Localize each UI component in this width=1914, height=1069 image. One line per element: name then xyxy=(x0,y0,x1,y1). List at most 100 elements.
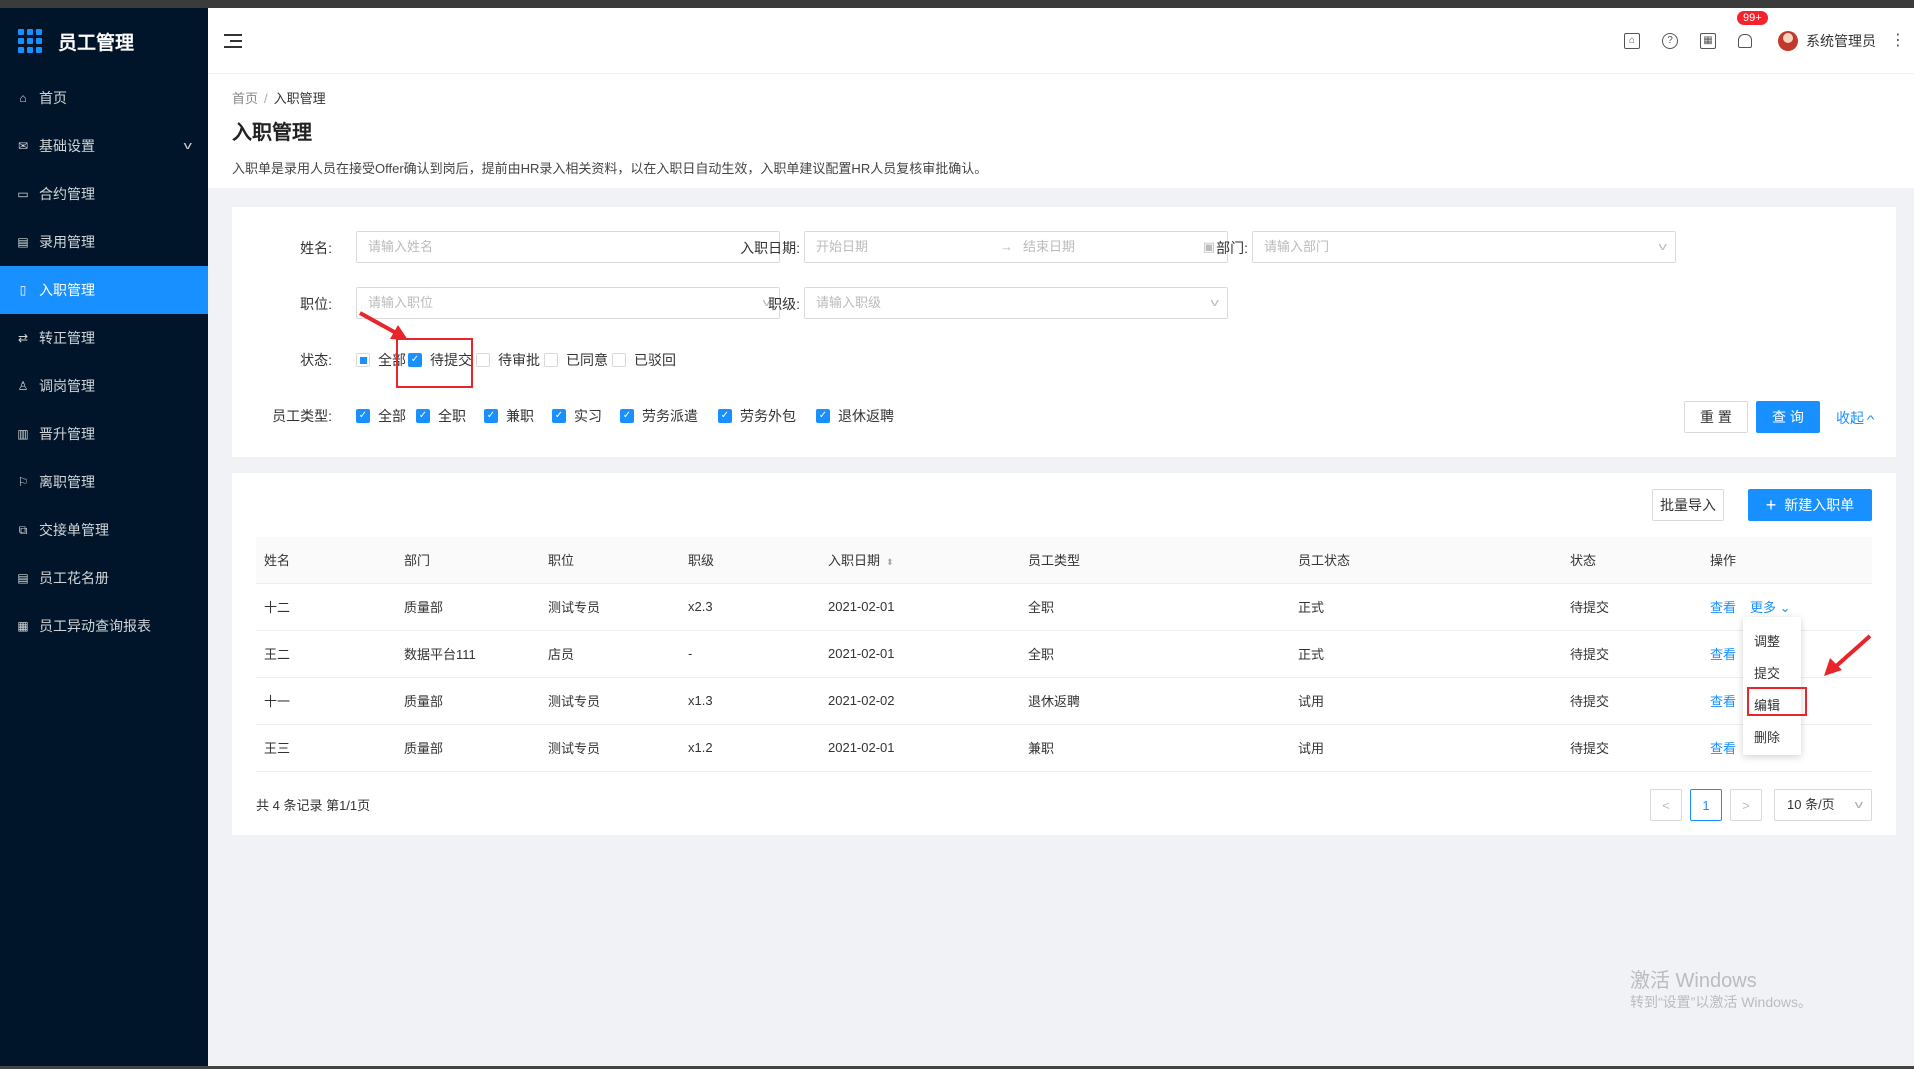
column-header: 姓名 xyxy=(256,537,396,584)
emptype-label: 员工类型: xyxy=(272,408,332,424)
sidebar-item-label: 交接单管理 xyxy=(39,522,109,538)
sidebar-item[interactable]: ⧉ 交接单管理 xyxy=(0,506,208,554)
checkbox-option[interactable]: ✓ 劳务外包 xyxy=(718,406,796,426)
page-size-select[interactable]: 10 条/页 v xyxy=(1774,789,1872,821)
checkbox-icon[interactable]: ✓ xyxy=(718,409,732,423)
checkbox-icon[interactable]: ✓ xyxy=(484,409,498,423)
app-logo[interactable]: 员工管理 xyxy=(0,8,208,74)
checkbox-option[interactable]: 待审批 xyxy=(476,350,540,370)
breadcrumb-home[interactable]: 首页 xyxy=(232,91,258,106)
sidebar-item[interactable]: ▭ 合约管理 xyxy=(0,170,208,218)
checkbox-label: 劳务外包 xyxy=(740,408,796,424)
sidebar-item[interactable]: ⇄ 转正管理 xyxy=(0,314,208,362)
checkbox-option[interactable]: ✓ 全部 xyxy=(356,406,406,426)
checkbox-icon[interactable] xyxy=(544,353,558,367)
checkbox-icon[interactable]: ✓ xyxy=(552,409,566,423)
table-cell: 十一 xyxy=(256,677,396,725)
checkbox-icon[interactable] xyxy=(476,353,490,367)
date-end-input[interactable]: 结束日期 xyxy=(1023,232,1075,262)
checkbox-icon[interactable]: ✓ xyxy=(416,409,430,423)
sidebar-item-label: 转正管理 xyxy=(39,330,95,346)
next-page-button[interactable]: > xyxy=(1730,789,1762,821)
sidebar-item[interactable]: ▤ 录用管理 xyxy=(0,218,208,266)
more-link[interactable]: 更多 ⌄ xyxy=(1750,600,1791,615)
table-row[interactable]: 王二 数据平台111 店员 -2021-02-01 全职 正式 待提交 查看 xyxy=(256,630,1872,678)
table-cell: x2.3 xyxy=(680,583,820,631)
dropdown-item[interactable]: 删除 xyxy=(1743,722,1801,754)
sidebar-item[interactable]: ▥ 晋升管理 xyxy=(0,410,208,458)
dropdown-item[interactable]: 调整 xyxy=(1743,626,1801,658)
table-cell: 质量部 xyxy=(396,583,540,631)
column-header[interactable]: 入职日期 ⬍ xyxy=(820,537,1020,584)
view-link[interactable]: 查看 xyxy=(1710,741,1736,756)
table-cell: 2021-02-02 xyxy=(820,677,1020,725)
column-header: 操作 xyxy=(1702,537,1872,584)
new-onboarding-button[interactable]: + 新建入职单 xyxy=(1748,489,1872,521)
user-name[interactable]: 系统管理员 xyxy=(1806,31,1876,51)
table-cell: 正式 xyxy=(1290,583,1562,631)
dept-select[interactable]: 请输入部门 v xyxy=(1252,231,1676,263)
sidebar-item[interactable]: ♙ 调岗管理 xyxy=(0,362,208,410)
checkbox-option[interactable]: ✓ 全职 xyxy=(416,406,466,426)
checkbox-option[interactable]: ✓ 兼职 xyxy=(484,406,534,426)
sidebar-item[interactable]: ⚐ 离职管理 xyxy=(0,458,208,506)
apps-icon[interactable]: ▦ xyxy=(1700,33,1716,49)
sidebar-item[interactable]: ▯ 入职管理 xyxy=(0,266,208,314)
sidebar-item[interactable]: ⌂ 首页 xyxy=(0,74,208,122)
checkbox-icon[interactable]: ✓ xyxy=(620,409,634,423)
bell-icon[interactable]: 99+ xyxy=(1737,11,1768,48)
reset-button[interactable]: 重 置 xyxy=(1684,401,1748,433)
checkbox-option[interactable]: 已驳回 xyxy=(612,350,676,370)
level-select[interactable]: 请输入职级 v xyxy=(804,287,1228,319)
sidebar-item-label: 基础设置 xyxy=(39,138,95,154)
table-row[interactable]: 王三 质量部 测试专员 x1.2 2021-02-01 兼职 试用 待提交 查看 xyxy=(256,724,1872,772)
checkbox-label: 已驳回 xyxy=(634,352,676,368)
column-header: 员工类型 xyxy=(1020,537,1290,584)
sidebar-item[interactable]: ▦ 员工异动查询报表 xyxy=(0,602,208,650)
checkbox-option[interactable]: ✓ 退休返聘 xyxy=(816,406,894,426)
table-cell: 待提交 xyxy=(1562,724,1702,772)
chevron-down-icon: ⌄ xyxy=(1776,600,1791,615)
table-cell: x1.3 xyxy=(680,677,820,725)
table-cell: 试用 xyxy=(1290,677,1562,725)
help-icon[interactable]: ? xyxy=(1662,33,1678,49)
view-link[interactable]: 查看 xyxy=(1710,600,1736,615)
checkbox-option[interactable]: ✓ 劳务派遣 xyxy=(620,406,698,426)
home-icon[interactable]: ⌂ xyxy=(1624,33,1640,49)
collapse-link[interactable]: 收起 ^ xyxy=(1836,408,1874,428)
sidebar-item[interactable]: ✉ 基础设置 v xyxy=(0,122,208,170)
table-row[interactable]: 十二 质量部 测试专员 x2.3 2021-02-01 全职 正式 待提交 查看 更多 ⌄ xyxy=(256,583,1872,631)
more-vertical-icon[interactable]: ⋮ xyxy=(1890,33,1906,49)
table-cell: - xyxy=(680,630,820,678)
checkbox-icon[interactable] xyxy=(356,353,370,367)
table-cell: 兼职 xyxy=(1020,724,1290,772)
more-label: 更多 xyxy=(1750,600,1777,615)
column-header-label: 职位 xyxy=(548,553,575,569)
checkbox-icon[interactable]: ✓ xyxy=(816,409,830,423)
menu-fold-icon[interactable] xyxy=(224,34,242,48)
table-row[interactable]: 十一 质量部 测试专员 x1.3 2021-02-02 退休返聘 试用 待提交 查看 xyxy=(256,677,1872,725)
window-top-bar xyxy=(0,0,1914,8)
table-cell: 测试专员 xyxy=(540,724,680,772)
table-cell: 全职 xyxy=(1020,630,1290,678)
dropdown-item[interactable]: 提交 xyxy=(1743,658,1801,690)
sort-icon[interactable]: ⬍ xyxy=(886,557,894,567)
date-start-input[interactable]: 开始日期 xyxy=(816,239,868,254)
checkbox-option[interactable]: 已同意 xyxy=(544,350,608,370)
column-header: 员工状态 xyxy=(1290,537,1562,584)
query-button[interactable]: 查 询 xyxy=(1756,401,1820,433)
avatar[interactable] xyxy=(1778,31,1798,51)
table-panel: 批量导入 + 新建入职单 姓名 部门 职位 职级 入职日期 ⬍ 员工类型 员工状态 状态 操作 十二… xyxy=(232,473,1896,835)
view-link[interactable]: 查看 xyxy=(1710,647,1736,662)
page-button[interactable]: 1 xyxy=(1690,789,1722,821)
copy-icon: ⧉ xyxy=(18,522,28,537)
batch-import-button[interactable]: 批量导入 xyxy=(1652,489,1724,521)
checkbox-label: 兼职 xyxy=(506,408,534,424)
view-link[interactable]: 查看 xyxy=(1710,694,1736,709)
checkbox-option[interactable]: ✓ 实习 xyxy=(552,406,602,426)
checkbox-icon[interactable] xyxy=(612,353,626,367)
total-records: 共 4 条记录 第1/1页 xyxy=(256,798,371,813)
checkbox-icon[interactable]: ✓ xyxy=(356,409,370,423)
prev-page-button[interactable]: < xyxy=(1650,789,1682,821)
sidebar-item[interactable]: ▤ 员工花名册 xyxy=(0,554,208,602)
